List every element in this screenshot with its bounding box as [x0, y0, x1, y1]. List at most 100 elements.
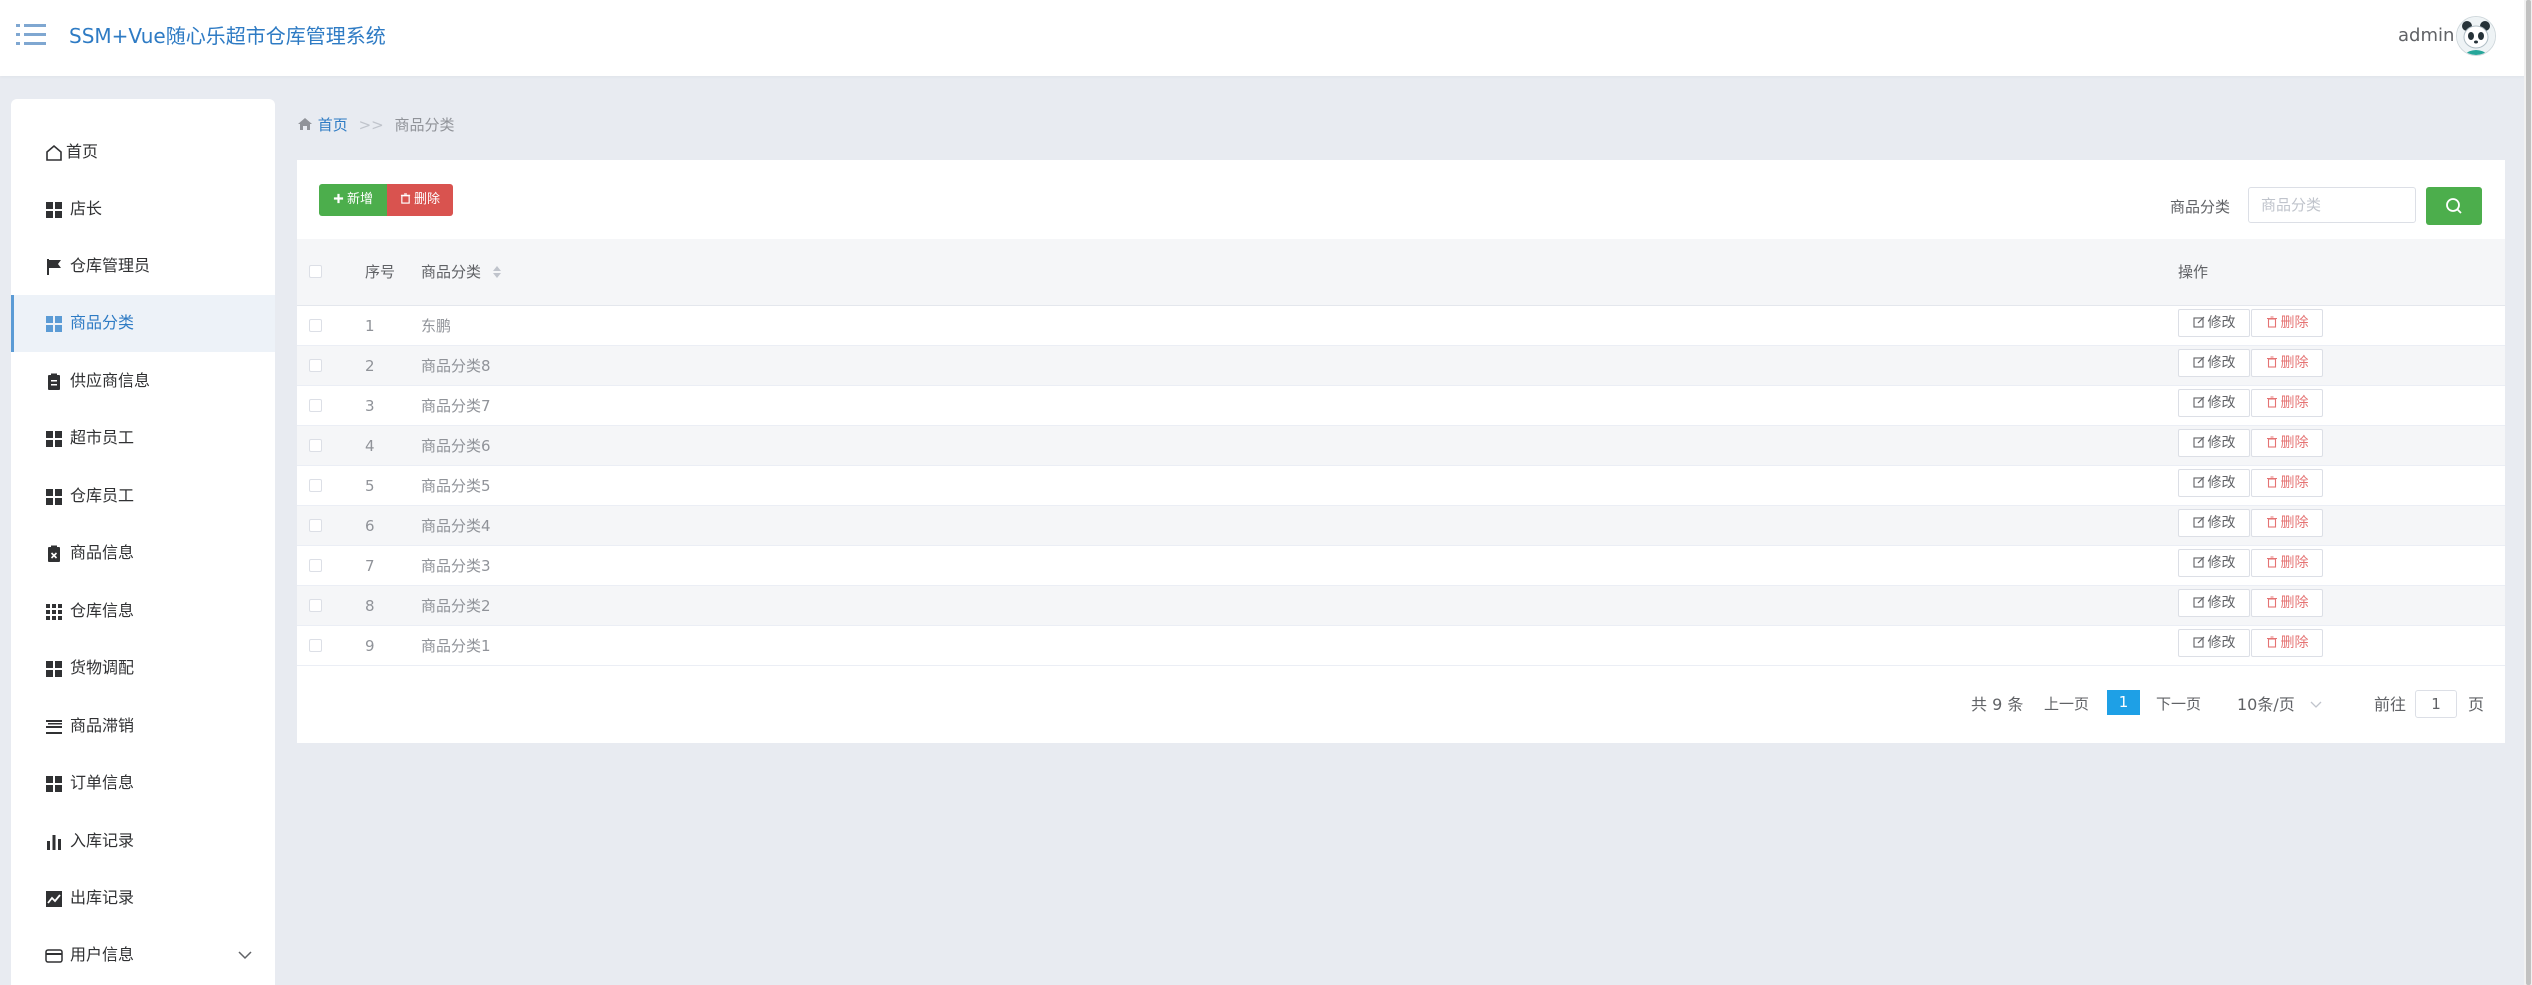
pagination-page-current[interactable]: 1	[2107, 690, 2140, 715]
clipboard-icon	[48, 373, 60, 390]
sidebar-item-slow-moving[interactable]: 商品滞销	[11, 698, 275, 755]
delete-button[interactable]: 删除	[2251, 309, 2323, 337]
sidebar-item-product-category[interactable]: 商品分类	[11, 295, 275, 352]
sidebar-item-label: 商品分类	[70, 313, 135, 332]
edit-button-label: 修改	[2207, 515, 2236, 531]
row-checkbox[interactable]	[309, 559, 322, 572]
edit-button[interactable]: 修改	[2178, 309, 2250, 337]
home-icon	[46, 144, 62, 161]
sidebar-item-label: 用户信息	[70, 945, 135, 964]
pagination-goto-input[interactable]	[2415, 690, 2457, 718]
sidebar-item-label: 店长	[70, 199, 103, 218]
pagination-next-button[interactable]: 下一页	[2156, 692, 2201, 716]
batch-delete-label: 删除	[413, 192, 440, 207]
sidebar-item-label: 仓库信息	[70, 601, 135, 620]
delete-button[interactable]: 删除	[2251, 629, 2323, 657]
grid-icon	[46, 431, 62, 447]
row-checkbox[interactable]	[309, 399, 322, 412]
trash-icon	[2266, 636, 2277, 648]
edit-icon	[2192, 516, 2204, 528]
table-row: 3 商品分类7 修改 删除	[297, 386, 2505, 426]
chevron-down-icon[interactable]	[2310, 701, 2322, 709]
page-size-select[interactable]: 10条/页	[2237, 693, 2295, 717]
sidebar-item-goods-allocation[interactable]: 货物调配	[11, 640, 275, 697]
select-all-checkbox[interactable]	[309, 265, 322, 278]
search-input[interactable]	[2248, 187, 2416, 223]
panda-avatar-icon	[2457, 17, 2495, 55]
row-checkbox[interactable]	[309, 639, 322, 652]
row-checkbox[interactable]	[309, 359, 322, 372]
column-header-category-label: 商品分类	[421, 263, 482, 281]
delete-button[interactable]: 删除	[2251, 509, 2323, 537]
delete-button[interactable]: 删除	[2251, 549, 2323, 577]
search-label: 商品分类	[2170, 198, 2231, 216]
delete-button[interactable]: 删除	[2251, 389, 2323, 417]
column-header-category[interactable]: 商品分类	[421, 261, 502, 283]
sidebar-item-inbound[interactable]: 入库记录	[11, 813, 275, 870]
edit-icon	[2192, 636, 2204, 648]
delete-button[interactable]: 删除	[2251, 469, 2323, 497]
line-chart-icon	[46, 891, 62, 907]
sort-icon[interactable]	[492, 264, 502, 280]
row-category: 商品分类4	[421, 517, 491, 535]
edit-button[interactable]: 修改	[2178, 429, 2250, 457]
add-button[interactable]: 新增	[319, 184, 387, 216]
sidebar-item-warehouse-admin[interactable]: 仓库管理员	[11, 238, 275, 295]
row-checkbox[interactable]	[309, 479, 322, 492]
pagination-prev-button[interactable]: 上一页	[2044, 692, 2089, 716]
row-category: 商品分类2	[421, 597, 491, 615]
delete-button[interactable]: 删除	[2251, 349, 2323, 377]
sidebar-item-warehouse-info[interactable]: 仓库信息	[11, 583, 275, 640]
delete-button-label: 删除	[2280, 635, 2309, 651]
sidebar-item-label: 入库记录	[70, 831, 135, 850]
sidebar-item-label: 商品信息	[70, 543, 135, 562]
delete-button-label: 删除	[2280, 395, 2309, 411]
trash-icon	[2266, 316, 2277, 328]
sidebar-item-supplier[interactable]: 供应商信息	[11, 353, 275, 410]
trash-icon	[2266, 476, 2277, 488]
edit-button[interactable]: 修改	[2178, 629, 2250, 657]
edit-button[interactable]: 修改	[2178, 589, 2250, 617]
menu-toggle-icon[interactable]	[16, 22, 46, 48]
row-checkbox[interactable]	[309, 519, 322, 532]
row-index: 1	[365, 317, 375, 335]
sidebar-item-home[interactable]: 首页	[11, 124, 275, 181]
edit-button[interactable]: 修改	[2178, 389, 2250, 417]
sidebar-item-warehouse-staff[interactable]: 仓库员工	[11, 468, 275, 525]
edit-icon	[2192, 356, 2204, 368]
sidebar-item-supermarket-staff[interactable]: 超市员工	[11, 410, 275, 467]
edit-button-label: 修改	[2207, 555, 2236, 571]
grid-icon	[46, 776, 62, 792]
sidebar: 首页 店长 仓库管理员 商品分类 供应商信息 超市员工 仓库员工 商品信息 仓库…	[11, 99, 275, 985]
breadcrumb-home-link[interactable]: 首页	[318, 116, 348, 134]
edit-button[interactable]: 修改	[2178, 469, 2250, 497]
delete-button[interactable]: 删除	[2251, 589, 2323, 617]
grid-icon	[46, 661, 62, 677]
search-button[interactable]	[2426, 187, 2482, 225]
username[interactable]: admin	[2398, 24, 2454, 48]
edit-button-label: 修改	[2207, 635, 2236, 651]
row-checkbox[interactable]	[309, 439, 322, 452]
sidebar-item-product-info[interactable]: 商品信息	[11, 525, 275, 582]
table-row: 4 商品分类6 修改 删除	[297, 426, 2505, 466]
sidebar-item-user-info[interactable]: 用户信息	[11, 927, 275, 984]
sidebar-item-outbound[interactable]: 出库记录	[11, 870, 275, 927]
batch-delete-button[interactable]: 删除	[387, 184, 453, 216]
plus-icon	[333, 193, 344, 204]
sidebar-item-orders[interactable]: 订单信息	[11, 755, 275, 812]
sidebar-item-store-manager[interactable]: 店长	[11, 181, 275, 238]
card-icon	[45, 949, 63, 963]
row-checkbox[interactable]	[309, 319, 322, 332]
edit-button-label: 修改	[2207, 435, 2236, 451]
trash-icon	[2266, 396, 2277, 408]
delete-button-label: 删除	[2280, 355, 2309, 371]
delete-button[interactable]: 删除	[2251, 429, 2323, 457]
table-row: 5 商品分类5 修改 删除	[297, 466, 2505, 506]
edit-button[interactable]: 修改	[2178, 509, 2250, 537]
avatar[interactable]	[2456, 16, 2496, 56]
edit-button[interactable]: 修改	[2178, 549, 2250, 577]
edit-button[interactable]: 修改	[2178, 349, 2250, 377]
flag-icon	[47, 259, 61, 275]
page-scrollbar-thumb[interactable]	[2526, 0, 2531, 985]
row-checkbox[interactable]	[309, 599, 322, 612]
